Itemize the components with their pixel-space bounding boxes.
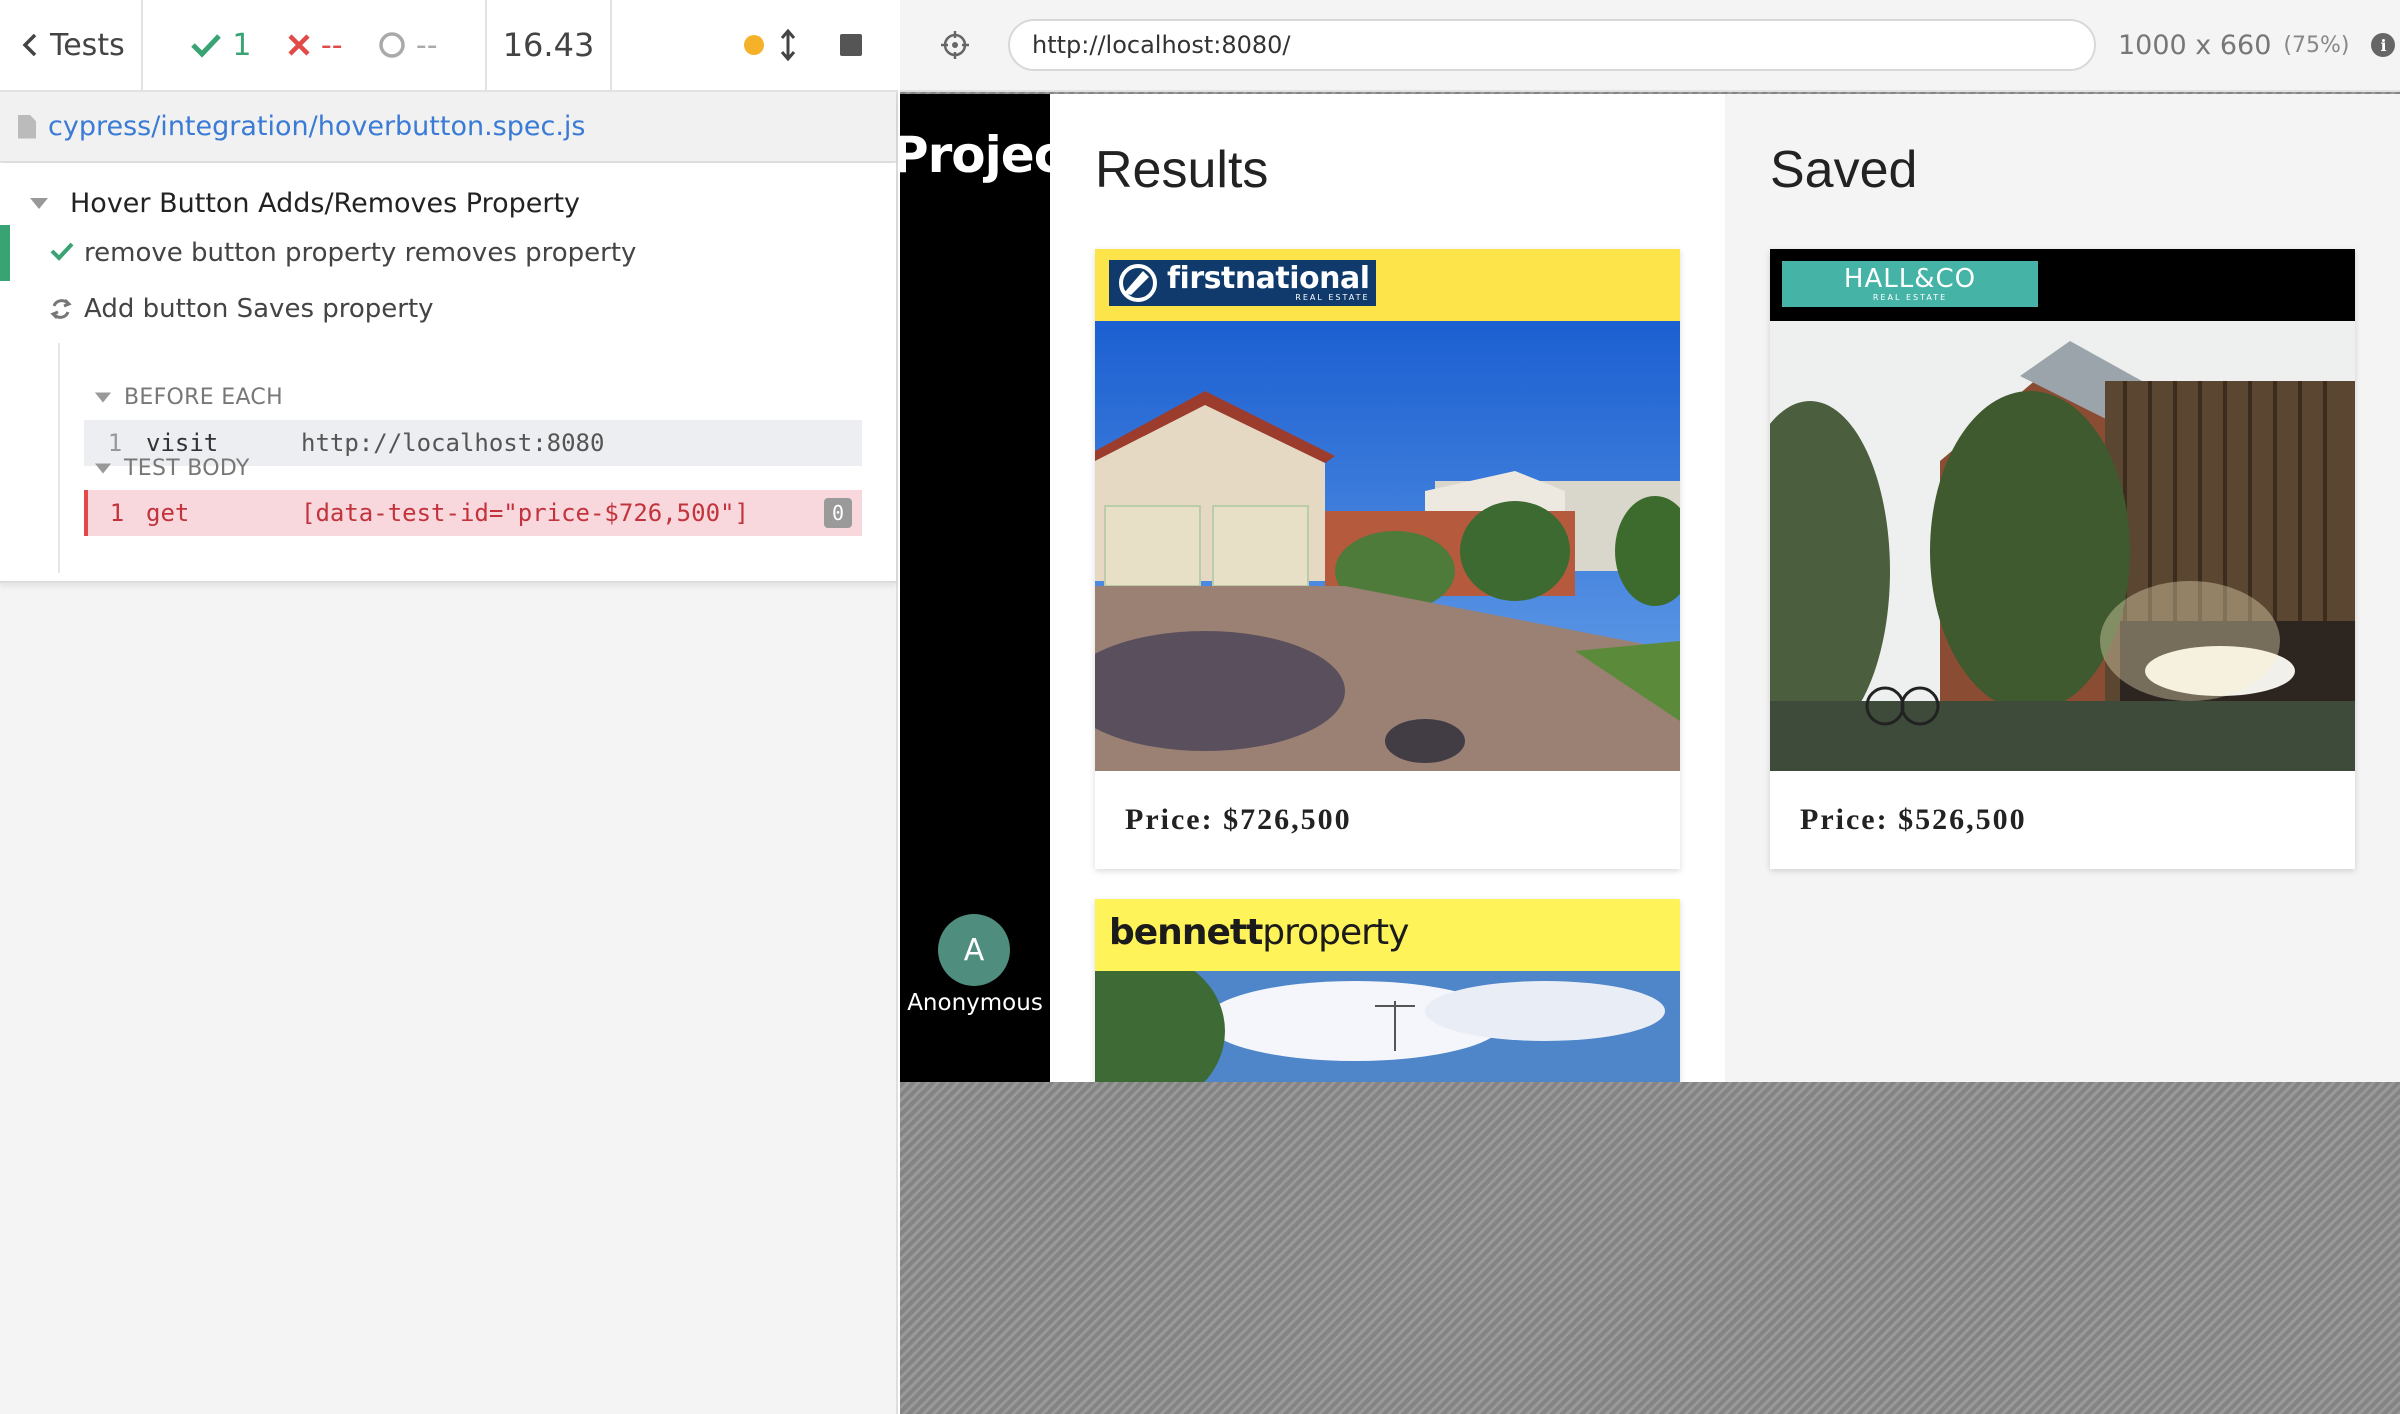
house-render <box>1770 321 2355 771</box>
property-card[interactable]: bennett property <box>1095 899 1680 1082</box>
stats-bar: Tests 1 -- -- 16.43 <box>0 0 898 92</box>
agency-logo: bennett property <box>1109 909 1409 955</box>
property-image <box>1095 321 1680 771</box>
stop-button[interactable] <box>840 34 862 56</box>
app-name: Project <box>900 126 1050 184</box>
tests-label: Tests <box>50 27 125 63</box>
hook-test-body[interactable]: TEST BODY <box>94 456 250 481</box>
x-icon <box>288 34 310 56</box>
command-number: 1 <box>109 499 125 527</box>
spec-file-link[interactable]: cypress/integration/hoverbutton.spec.js <box>48 111 586 142</box>
agency-logo: HALL&CO REAL ESTATE <box>1782 261 2038 307</box>
check-icon <box>191 34 222 58</box>
avatar[interactable]: A <box>938 914 1010 986</box>
url-field[interactable]: http://localhost:8080/ <box>1008 19 2096 71</box>
preview-toolbar: http://localhost:8080/ 1000 x 660 (75%) … <box>900 0 2400 92</box>
pending-count[interactable]: -- <box>378 28 438 63</box>
test-title: remove button property removes property <box>84 238 637 268</box>
house-photo <box>1095 321 1680 771</box>
caret-down-icon <box>94 392 112 403</box>
tests-back-button[interactable]: Tests <box>0 0 143 91</box>
check-icon <box>50 242 74 261</box>
agency-name: firstnational <box>1167 261 1370 296</box>
results-title: Results <box>1095 141 1269 199</box>
house-photo <box>1095 971 1680 1082</box>
command-number: 1 <box>107 429 123 457</box>
command-get[interactable]: 1 get [data-test-id="price-$726,500"] 0 <box>84 490 862 536</box>
element-count-badge: 0 <box>824 498 852 528</box>
hook-title: TEST BODY <box>124 456 250 481</box>
crosshair-icon[interactable] <box>940 30 970 60</box>
property-card[interactable]: firstnational REAL ESTATE Price: $726,50… <box>1095 249 1680 869</box>
refresh-icon <box>50 298 72 320</box>
hook-title: BEFORE EACH <box>124 385 283 410</box>
agency-name: HALL&CO <box>1843 264 1977 294</box>
passed-count-value: 1 <box>232 27 252 63</box>
passed-count[interactable]: 1 <box>190 28 251 63</box>
firstnational-logo-icon <box>1119 264 1157 302</box>
caret-down-icon <box>30 197 48 209</box>
hook-before-each[interactable]: BEFORE EACH <box>94 385 283 410</box>
property-price: Price: $526,500 <box>1800 803 2027 836</box>
pass-indicator <box>0 225 10 281</box>
command-name: get <box>146 499 190 527</box>
auto-scroll-toggle[interactable] <box>744 29 796 61</box>
command-message: http://localhost:8080 <box>301 429 605 457</box>
viewport-scale: (75%) <box>2283 32 2350 58</box>
hooks-container: BEFORE EACH 1 visit http://localhost:808… <box>58 343 862 573</box>
username: Anonymous <box>907 990 1043 1016</box>
command-message: [data-test-id="price-$726,500"] <box>301 499 749 527</box>
app-preview-panel: http://localhost:8080/ 1000 x 660 (75%) … <box>900 0 2400 1414</box>
test-counts: 1 -- -- <box>143 0 487 91</box>
viewport-info: 1000 x 660 (75%) i <box>2118 29 2396 61</box>
running-indicator-icon <box>744 35 764 55</box>
test-item-passed[interactable]: remove button property removes property <box>0 225 896 281</box>
agency-name-light: property <box>1262 911 1409 953</box>
circle-notch-icon <box>379 32 405 58</box>
test-reporter-panel: Tests 1 -- -- 16.43 cypress/integration/… <box>0 0 898 1414</box>
duration: 16.43 <box>487 0 612 91</box>
agency-logo: firstnational REAL ESTATE <box>1109 260 1376 306</box>
file-icon <box>18 114 36 139</box>
command-name: visit <box>146 429 219 457</box>
agency-banner: HALL&CO REAL ESTATE <box>1770 249 2355 321</box>
app-sidebar: Project A Anonymous <box>900 94 1050 1082</box>
vertical-arrows-icon <box>780 29 796 61</box>
pending-count-value: -- <box>415 27 438 63</box>
spec-file-bar: cypress/integration/hoverbutton.spec.js <box>0 92 896 162</box>
failed-count-value: -- <box>320 27 343 63</box>
saved-column: Saved HALL&CO REAL ESTATE Price: $526,50… <box>1725 94 2400 1082</box>
viewport-size: 1000 x 660 <box>2118 29 2272 61</box>
failed-count[interactable]: -- <box>287 28 343 63</box>
caret-down-icon <box>94 463 112 474</box>
test-item-running[interactable]: Add button Saves property <box>50 281 434 337</box>
agency-name-bold: bennett <box>1109 911 1263 953</box>
agency-subtitle: REAL ESTATE <box>1872 293 1948 302</box>
agency-banner: firstnational REAL ESTATE <box>1095 249 1680 321</box>
suite-header[interactable]: Hover Button Adds/Removes Property <box>30 173 580 233</box>
property-price: Price: $726,500 <box>1125 803 1352 836</box>
info-icon[interactable]: i <box>2371 33 2396 57</box>
results-column: Results firstnational REAL ESTATE Price:… <box>1050 94 1725 1082</box>
agency-subtitle: REAL ESTATE <box>1295 293 1370 302</box>
chevron-left-icon <box>22 33 37 57</box>
app-iframe: Project A Anonymous Results firstnationa… <box>900 94 2400 1082</box>
run-controls <box>612 0 898 91</box>
test-title: Add button Saves property <box>84 294 434 324</box>
saved-title: Saved <box>1770 141 1918 199</box>
property-image <box>1770 321 2355 771</box>
suite-title: Hover Button Adds/Removes Property <box>70 187 581 219</box>
saved-property-card[interactable]: HALL&CO REAL ESTATE Price: $526,500 <box>1770 249 2355 869</box>
agency-banner: bennett property <box>1095 899 1680 971</box>
runnables-list: Hover Button Adds/Removes Property remov… <box>0 163 896 583</box>
property-image <box>1095 971 1680 1082</box>
